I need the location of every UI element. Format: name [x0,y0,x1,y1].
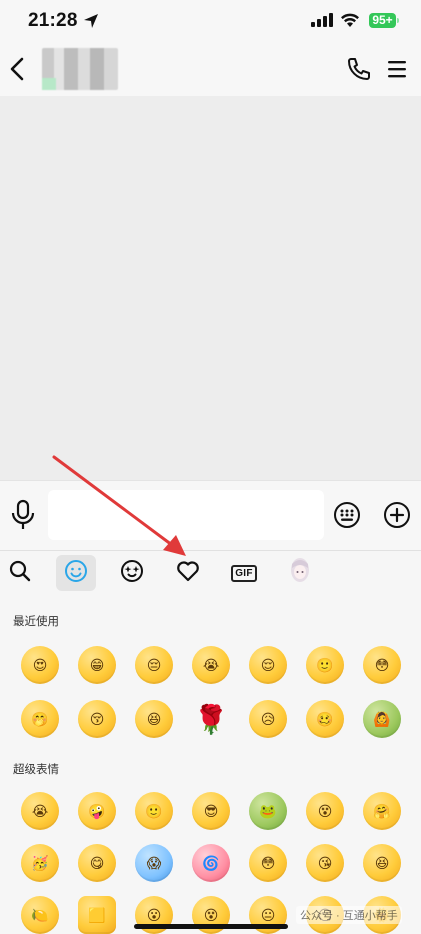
input-bar [0,480,421,550]
emoji-item[interactable]: 😁 [78,646,116,684]
emoji-item[interactable]: 🌹 [192,700,230,738]
emoji-item[interactable]: 😳 [363,646,401,684]
chat-title-redacted [42,48,118,90]
tab-super-emoji[interactable] [112,555,152,591]
cellular-signal-icon [311,13,333,32]
tab-gif[interactable]: GIF [224,555,264,591]
emoji-tab-bar: GIF [0,550,421,594]
emoji-item[interactable]: 😚 [78,700,116,738]
section-title-super: 超级表情 [13,764,59,776]
avatar-sticker-icon [288,556,312,591]
emoji-item[interactable]: 😱 [135,844,173,882]
emoji-item[interactable]: 🍋 [21,896,59,934]
menu-icon[interactable] [386,59,408,84]
microphone-icon[interactable] [9,499,37,536]
smiley-icon [64,559,88,588]
tab-avatar-sticker[interactable] [280,555,320,591]
emoji-item[interactable]: 🤭 [21,700,59,738]
emoji-item[interactable]: 😍 [21,646,59,684]
emoji-item[interactable]: 😋 [78,844,116,882]
emoji-item[interactable]: 🤪 [78,792,116,830]
location-arrow-icon [82,12,100,35]
emoji-item[interactable]: 😆 [135,700,173,738]
emoji-item[interactable]: 🙆 [363,700,401,738]
wifi-icon [340,12,360,33]
emoji-item[interactable]: 😥 [249,700,287,738]
emoji-item[interactable]: 🤗 [363,792,401,830]
tab-emoji[interactable] [56,555,96,591]
battery-indicator: 95+ [369,13,399,28]
emoji-item[interactable]: 😘 [306,844,344,882]
emoji-item[interactable]: 😭 [192,646,230,684]
tab-search[interactable] [0,555,40,591]
section-title-recent: 最近使用 [13,616,59,628]
plus-circle-icon[interactable] [383,501,411,534]
keyboard-dots-icon[interactable] [333,501,361,534]
emoji-panel: GIF 最近使用 😍 😁 😔 😭 😌 🙂 😳 🤭 😚 😆 🌹 😥 🥴 🙆 超级表情 😭 🤪 🙂 😎 🐸 😵 🤗 🥳 😋 😱 🌀… [0,550,421,934]
phone-icon[interactable] [346,56,372,87]
watermark: 公众号 · 互通小帮手 [296,906,402,924]
sparkle-face-icon [120,559,144,588]
emoji-item[interactable]: 🙂 [306,646,344,684]
emoji-item[interactable]: 😭 [21,792,59,830]
status-time: 21:28 [28,10,78,31]
emoji-item[interactable]: 🟨 [78,896,116,934]
message-input[interactable] [48,490,324,540]
emoji-item[interactable]: 😆 [363,844,401,882]
tab-favorites[interactable] [168,555,208,591]
emoji-item[interactable]: 🐸 [249,792,287,830]
search-icon [8,559,32,588]
heart-icon [176,560,200,587]
status-bar: 21:28 95+ [0,0,421,44]
emoji-item[interactable]: 😎 [192,792,230,830]
chat-header [0,44,421,96]
emoji-item[interactable]: 🥴 [306,700,344,738]
emoji-item[interactable]: 😔 [135,646,173,684]
chat-messages-area[interactable] [0,96,421,480]
emoji-item[interactable]: 🥳 [21,844,59,882]
chevron-left-icon[interactable] [8,56,26,87]
emoji-item[interactable]: 😳 [249,844,287,882]
emoji-item[interactable]: 😌 [249,646,287,684]
recent-emoji-grid: 😍 😁 😔 😭 😌 🙂 😳 🤭 😚 😆 🌹 😥 🥴 🙆 [0,646,421,756]
gif-label: GIF [231,564,257,582]
emoji-item[interactable]: 🌀 [192,844,230,882]
emoji-item[interactable]: 😵 [306,792,344,830]
emoji-item[interactable]: 🙂 [135,792,173,830]
home-indicator [134,924,288,929]
